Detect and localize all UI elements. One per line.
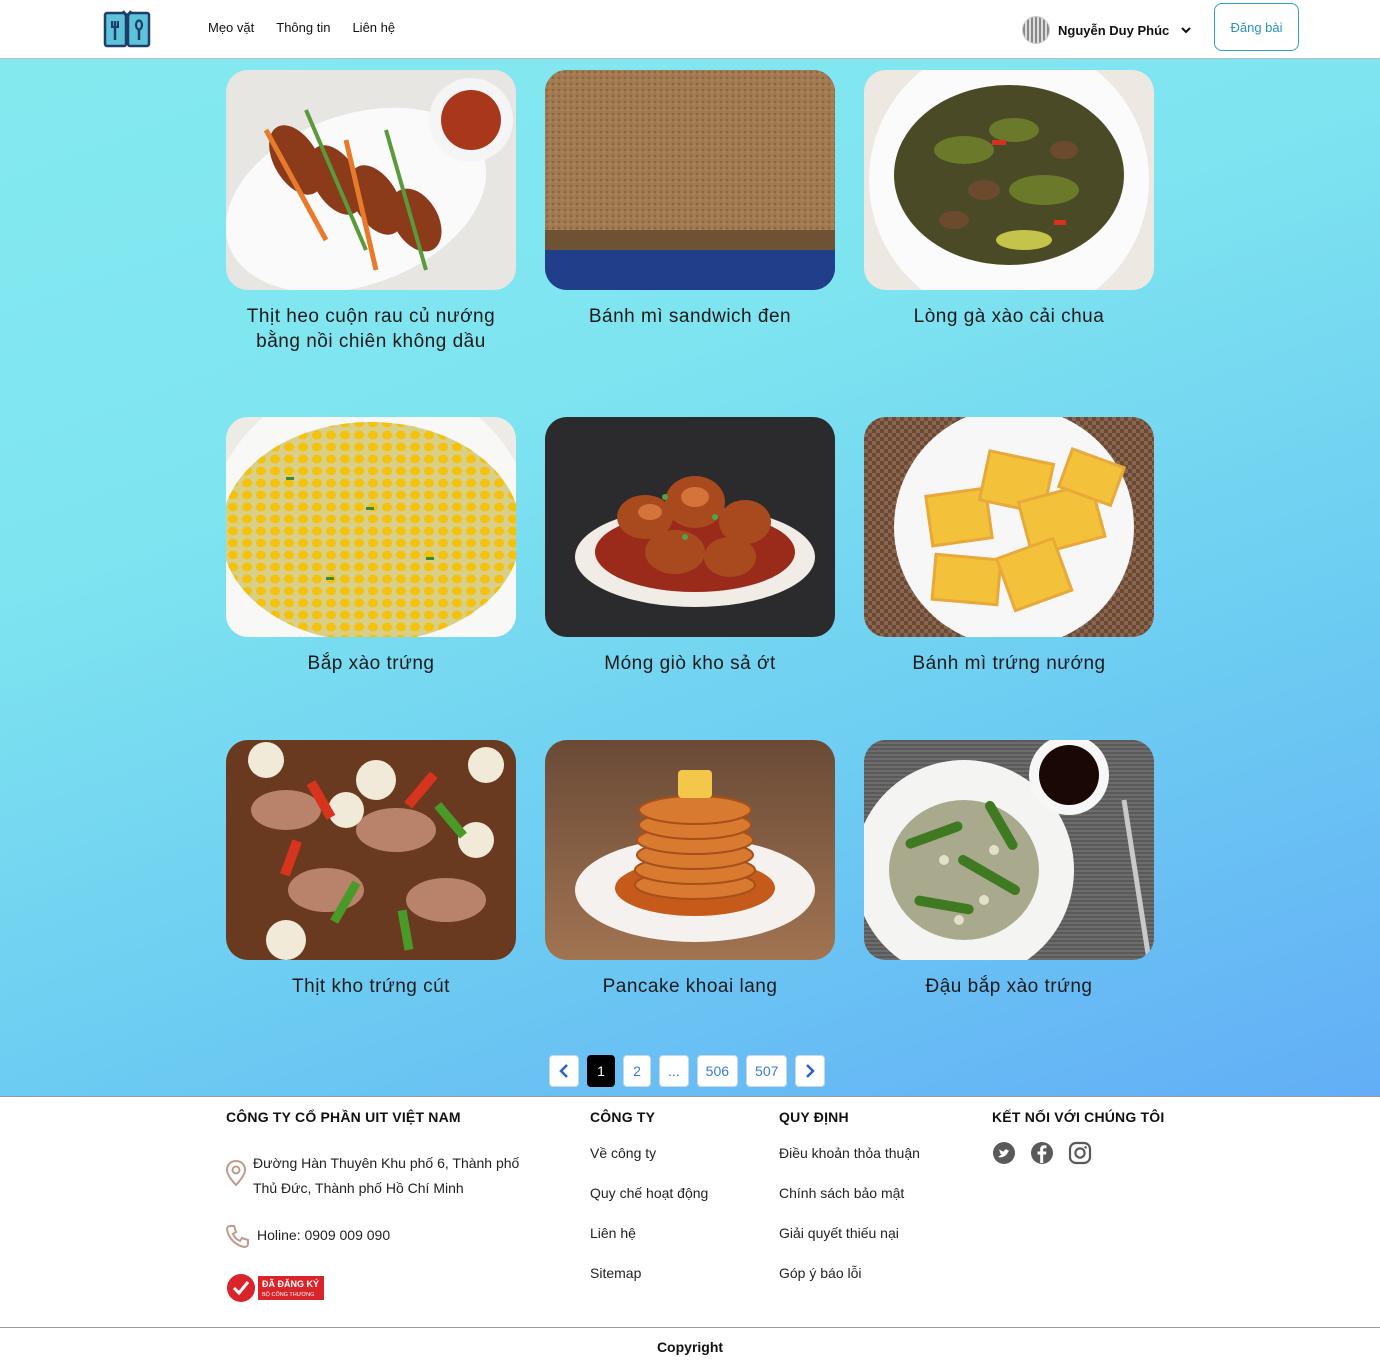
- recipe-image[interactable]: [864, 417, 1154, 637]
- recipe-title[interactable]: Pancake khoai lang: [545, 974, 835, 999]
- footer-rules-column: QUY ĐỊNH: [779, 1109, 849, 1125]
- location-pin-icon: [225, 1159, 247, 1187]
- recipe-image[interactable]: [864, 70, 1154, 290]
- nav-info[interactable]: Thông tin: [276, 20, 330, 35]
- footer-link-feedback[interactable]: Góp ý báo lỗi: [779, 1265, 862, 1281]
- recipe-card[interactable]: Pancake khoai lang: [545, 740, 835, 999]
- chevron-left-icon: [559, 1064, 568, 1078]
- recipe-card[interactable]: Móng giò kho sả ớt: [545, 417, 835, 676]
- prev-page-button[interactable]: [549, 1055, 579, 1087]
- page-button-2[interactable]: 2: [623, 1055, 651, 1087]
- footer-company-column: CÔNG TY CỔ PHẦN UIT VIỆT NAM: [226, 1109, 461, 1125]
- page-button-507[interactable]: 507: [746, 1055, 788, 1087]
- chevron-down-icon: [1181, 27, 1191, 34]
- recipe-image[interactable]: [545, 417, 835, 637]
- company-address: Đường Hàn Thuyên Khu phố 6, Thành phố Th…: [253, 1155, 520, 1196]
- footer-link-sitemap[interactable]: Sitemap: [590, 1265, 641, 1281]
- site-footer: CÔNG TY CỔ PHẦN UIT VIỆT NAM Đường Hàn T…: [0, 1096, 1380, 1365]
- recipe-title[interactable]: Lòng gà xào cải chua: [864, 304, 1154, 329]
- recipe-title[interactable]: Thịt heo cuộn rau củ nướng bằng nồi chiê…: [226, 304, 516, 354]
- recipe-image[interactable]: [864, 740, 1154, 960]
- twitter-icon[interactable]: [992, 1141, 1016, 1165]
- badge-subtext: BỘ CÔNG THƯƠNG: [262, 1291, 314, 1298]
- recipe-image[interactable]: [545, 740, 835, 960]
- page-ellipsis: ...: [659, 1055, 689, 1087]
- recipe-card[interactable]: Thịt kho trứng cút: [226, 740, 516, 999]
- recipe-title[interactable]: Đậu bắp xào trứng: [864, 974, 1154, 999]
- main-nav: Mẹo vặt Thông tin Liên hệ: [208, 20, 395, 35]
- phone-icon: [225, 1225, 249, 1249]
- social-links: [992, 1141, 1092, 1165]
- recipe-card[interactable]: Bánh mì trứng nướng: [864, 417, 1154, 676]
- recipe-image[interactable]: [545, 70, 835, 290]
- cookbook-logo-icon[interactable]: [103, 9, 151, 49]
- badge-text: ĐÃ ĐĂNG KÝ: [262, 1278, 319, 1289]
- recipe-image[interactable]: [226, 70, 516, 290]
- user-name: Nguyễn Duy Phúc: [1058, 22, 1170, 38]
- recipe-card[interactable]: Bắp xào trứng: [226, 417, 516, 676]
- recipe-image[interactable]: [226, 417, 516, 637]
- recipe-title[interactable]: Móng giò kho sả ớt: [545, 651, 835, 676]
- recipe-card[interactable]: Đậu bắp xào trứng: [864, 740, 1154, 999]
- about-heading: CÔNG TY: [590, 1109, 656, 1125]
- pagination: 1 2 ... 506 507: [549, 1055, 826, 1087]
- next-page-button[interactable]: [795, 1055, 826, 1087]
- recipe-card[interactable]: Bánh mì sandwich đen: [545, 70, 835, 329]
- copyright-text: Copyright: [656, 1339, 724, 1355]
- recipe-card[interactable]: Lòng gà xào cải chua: [864, 70, 1154, 329]
- footer-link-regulations[interactable]: Quy chế hoạt động: [590, 1185, 708, 1201]
- footer-connect-column: KẾT NỐI VỚI CHÚNG TÔI: [992, 1109, 1164, 1125]
- footer-link-complaints[interactable]: Giải quyết thiếu nại: [779, 1225, 899, 1241]
- recipe-card[interactable]: Thịt heo cuộn rau củ nướng bằng nồi chiê…: [226, 70, 516, 354]
- company-heading: CÔNG TY CỔ PHẦN UIT VIỆT NAM: [226, 1109, 461, 1125]
- recipe-title[interactable]: Bánh mì trứng nướng: [864, 651, 1154, 676]
- user-menu[interactable]: Nguyễn Duy Phúc: [1022, 16, 1191, 44]
- nav-contact[interactable]: Liên hệ: [352, 20, 395, 35]
- recipe-image[interactable]: [226, 740, 516, 960]
- recipe-title[interactable]: Thịt kho trứng cút: [226, 974, 516, 999]
- registered-badge-icon[interactable]: ĐÃ ĐĂNG KÝ BỘ CÔNG THƯƠNG: [226, 1273, 326, 1303]
- footer-about-column: CÔNG TY: [590, 1109, 655, 1125]
- hotline: Holine: 0909 009 090: [257, 1227, 391, 1243]
- chevron-right-icon: [806, 1064, 816, 1078]
- recipe-grid-section: Thịt heo cuộn rau củ nướng bằng nồi chiê…: [0, 59, 1380, 1096]
- footer-link-terms[interactable]: Điều khoản thỏa thuận: [779, 1145, 920, 1161]
- nav-tips[interactable]: Mẹo vặt: [208, 20, 254, 35]
- facebook-icon[interactable]: [1030, 1141, 1054, 1165]
- footer-link-contact[interactable]: Liên hệ: [590, 1225, 636, 1241]
- page-button-506[interactable]: 506: [696, 1055, 739, 1087]
- connect-heading: KẾT NỐI VỚI CHÚNG TÔI: [992, 1109, 1165, 1125]
- recipe-title[interactable]: Bánh mì sandwich đen: [545, 304, 835, 329]
- recipe-title[interactable]: Bắp xào trứng: [226, 651, 516, 676]
- avatar: [1022, 16, 1050, 44]
- top-header: Mẹo vặt Thông tin Liên hệ Nguyễn Duy Phú…: [0, 0, 1380, 59]
- rules-heading: QUY ĐỊNH: [779, 1109, 849, 1125]
- footer-divider: [0, 1327, 1380, 1328]
- post-button[interactable]: Đăng bài: [1214, 3, 1299, 51]
- footer-link-privacy[interactable]: Chính sách bảo mật: [779, 1185, 904, 1201]
- page-button-1[interactable]: 1: [587, 1055, 615, 1087]
- footer-link-about[interactable]: Về công ty: [590, 1145, 656, 1161]
- instagram-icon[interactable]: [1068, 1141, 1092, 1165]
